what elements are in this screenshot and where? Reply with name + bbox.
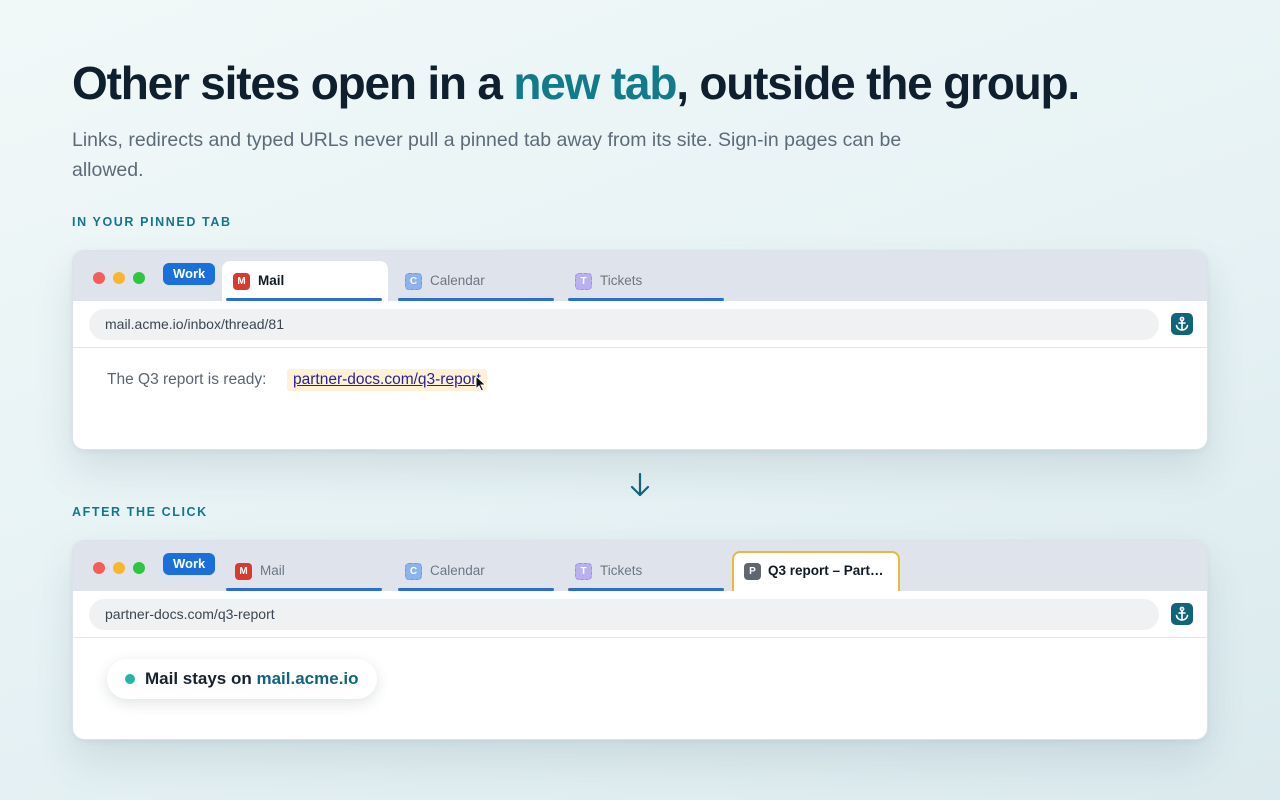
tab-calendar[interactable]: C Calendar: [394, 551, 560, 591]
tab-label: Calendar: [430, 273, 485, 288]
toolbar-divider: [73, 637, 1207, 638]
status-pill: Mail stays on mail.acme.io: [107, 659, 377, 699]
tab-label: Mail: [260, 563, 285, 578]
tab-group-underline: [568, 588, 724, 591]
tab-label: Tickets: [600, 273, 643, 288]
status-dot: [125, 674, 135, 684]
tab-mail[interactable]: M Mail: [222, 261, 388, 301]
tab-calendar[interactable]: C Calendar: [394, 261, 560, 301]
tab-tickets[interactable]: T Tickets: [564, 261, 730, 301]
close-window-button[interactable]: [93, 272, 105, 284]
toolbar-divider: [73, 347, 1207, 348]
browser-window-before: Work M Mail C Calendar T Tickets mail.ac…: [72, 250, 1208, 450]
arrow-down-icon: [630, 472, 650, 497]
zoom-window-button[interactable]: [133, 562, 145, 574]
partner-favicon-icon: P: [744, 563, 761, 580]
minimize-window-button[interactable]: [113, 272, 125, 284]
tab-new-partner-docs[interactable]: P Q3 report – Part…: [732, 551, 900, 591]
tab-label: Mail: [258, 273, 285, 288]
address-bar[interactable]: mail.acme.io/inbox/thread/81: [89, 309, 1159, 340]
tab-group-underline: [398, 298, 554, 301]
tab-bar: Work M Mail C Calendar T Tickets: [73, 251, 1207, 301]
tab-group-underline: [398, 588, 554, 591]
headline-after: , outside the group.: [676, 57, 1080, 109]
tab-tickets[interactable]: T Tickets: [564, 551, 730, 591]
status-host: mail.acme.io: [256, 669, 359, 688]
tab-bar: Work M Mail C Calendar T Tickets P Q3 re…: [73, 541, 1207, 591]
calendar-favicon-icon: C: [405, 563, 422, 580]
headline: Other sites open in a new tab, outside t…: [72, 56, 1080, 110]
calendar-favicon-icon: C: [405, 273, 422, 290]
subhead: Links, redirects and typed URLs never pu…: [72, 129, 902, 181]
tab-group-underline: [226, 298, 382, 301]
tickets-favicon-icon: T: [575, 563, 592, 580]
status-prefix: Mail stays on: [145, 669, 257, 688]
anchor-icon: [1175, 316, 1189, 331]
headline-before: Other sites open in a: [72, 57, 514, 109]
zoom-window-button[interactable]: [133, 272, 145, 284]
minimize-window-button[interactable]: [113, 562, 125, 574]
tab-label: Q3 report – Part…: [768, 563, 884, 578]
pin-button[interactable]: [1171, 603, 1193, 625]
section-label-after: AFTER THE CLICK: [72, 505, 208, 519]
mail-favicon-icon: M: [235, 563, 252, 580]
close-window-button[interactable]: [93, 562, 105, 574]
headline-accent: new tab: [513, 57, 677, 109]
tab-group-underline: [226, 588, 382, 591]
tab-group-chip[interactable]: Work: [163, 263, 216, 285]
tab-group-chip[interactable]: Work: [163, 553, 216, 575]
tab-mail[interactable]: M Mail: [224, 551, 390, 591]
external-link[interactable]: partner-docs.com/q3-report: [287, 369, 487, 391]
browser-window-after: Work M Mail C Calendar T Tickets P Q3 re…: [72, 540, 1208, 740]
mouse-cursor-icon: [475, 375, 487, 392]
tab-label: Calendar: [430, 563, 485, 578]
address-bar[interactable]: partner-docs.com/q3-report: [89, 599, 1159, 630]
tickets-favicon-icon: T: [575, 273, 592, 290]
message-text: The Q3 report is ready:: [107, 371, 267, 388]
anchor-icon: [1175, 606, 1189, 621]
mail-favicon-icon: M: [233, 273, 250, 290]
section-label-before: IN YOUR PINNED TAB: [72, 215, 232, 229]
pin-button[interactable]: [1171, 313, 1193, 335]
tab-group-underline: [568, 298, 724, 301]
tab-label: Tickets: [600, 563, 643, 578]
